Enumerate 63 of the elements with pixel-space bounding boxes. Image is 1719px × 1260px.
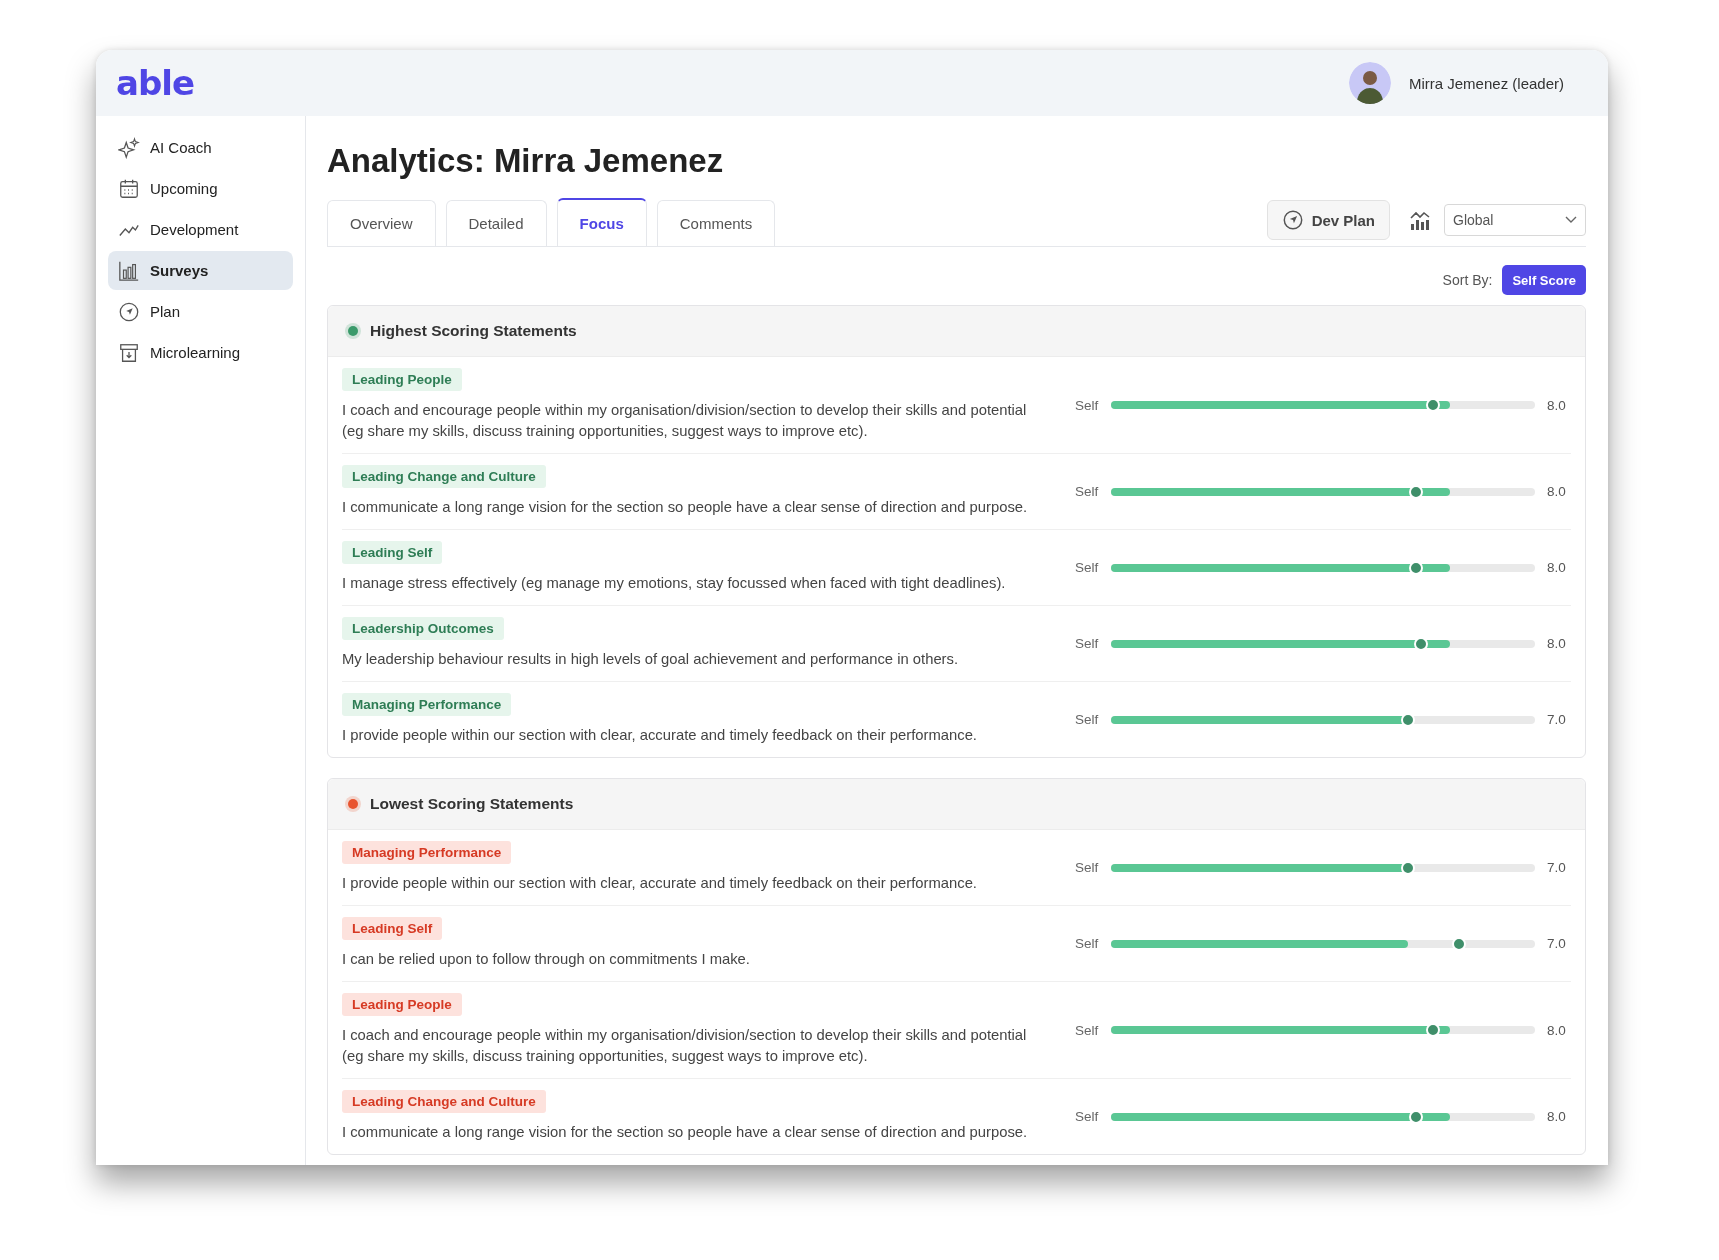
statement-text: I manage stress effectively (eg manage my emotions, stay focussed when faced with tight deadlines). [342, 574, 1007, 593]
statement-text: I communicate a long range vision for the section so people have a clear sense of direction and purpose. [342, 498, 1029, 517]
score-value: 8.0 [1547, 1109, 1567, 1124]
navigation-icon [1281, 209, 1304, 231]
calendar-icon [118, 177, 140, 200]
statement-text: I provide people within our section with clear, accurate and timely feedback on their performance. [342, 874, 978, 893]
statement-text: I communicate a long range vision for the section so people have a clear sense of direction and purpose. [342, 1123, 1029, 1142]
category-tag: Leading People [342, 368, 462, 391]
score-value: 7.0 [1547, 712, 1567, 727]
user-name[interactable]: Mirra Jemenez (leader) [1408, 74, 1564, 92]
rater-label: Self [1075, 1022, 1099, 1038]
score-value: 8.0 [1547, 1022, 1567, 1038]
sidebar-item[interactable]: Plan [108, 292, 293, 331]
sort-label: Sort By: [1442, 272, 1493, 288]
sidebar-item[interactable]: Microlearning [108, 333, 293, 372]
section-title: Lowest Scoring Statements [370, 795, 574, 813]
chevron-down-icon [1565, 216, 1577, 224]
category-tag: Leading Change and Culture [342, 465, 546, 488]
logo: able [116, 63, 194, 103]
tab[interactable]: Detailed [445, 200, 547, 246]
dev-plan-button[interactable]: Dev Plan [1266, 200, 1390, 240]
category-tag: Leading Self [342, 917, 443, 940]
tab[interactable]: Overview [327, 200, 436, 246]
category-tag: Leadership Outcomes [342, 617, 504, 640]
navigation-icon [118, 300, 140, 323]
sidebar-item[interactable]: Surveys [108, 251, 293, 290]
score-value: 7.0 [1547, 860, 1567, 875]
sparkles-icon [118, 136, 140, 159]
category-tag: Managing Performance [342, 693, 512, 716]
score-value: 8.0 [1547, 484, 1567, 499]
statement-text: I provide people within our section with clear, accurate and timely feedback on their performance. [342, 726, 978, 745]
rater-label: Self [1075, 712, 1099, 727]
category-tag: Leading Self [342, 541, 443, 564]
statement-text: I coach and encourage people within my organisation/division/section to develop their skills and potential (eg share my skills, discuss training opportunities, suggest ways to improve etc). [342, 1026, 1028, 1066]
score-value: 8.0 [1547, 636, 1567, 651]
score-value: 7.0 [1547, 936, 1567, 951]
statement-text: My leadership behaviour results in high levels of goal achievement and performance in others. [342, 650, 960, 669]
rater-label: Self [1075, 1109, 1099, 1124]
rater-label: Self [1075, 560, 1099, 575]
sidebar-item[interactable]: Upcoming [108, 169, 293, 208]
rater-label: Self [1075, 636, 1099, 651]
tab[interactable]: Comments [656, 200, 776, 246]
rater-label: Self [1075, 860, 1099, 875]
statement-text: I can be relied upon to follow through on commitments I make. [342, 950, 751, 969]
bar-chart-icon [118, 259, 140, 282]
page-title: Analytics: Mirra Jemenez [327, 142, 725, 180]
sort-button[interactable]: Self Score [1502, 265, 1586, 295]
sidebar-item[interactable]: Development [108, 210, 293, 249]
sidebar-item[interactable]: AI Coach [108, 128, 293, 167]
category-tag: Managing Performance [342, 841, 512, 864]
score-value: 8.0 [1547, 397, 1567, 413]
statement-text: I coach and encourage people within my organisation/division/section to develop their skills and potential (eg share my skills, discuss training opportunities, suggest ways to improve etc). [342, 401, 1028, 441]
archive-icon [118, 341, 140, 364]
rater-label: Self [1075, 397, 1099, 413]
score-value: 8.0 [1547, 560, 1567, 575]
section-title: Highest Scoring Statements [370, 322, 577, 340]
tab[interactable]: Focus [556, 198, 647, 246]
avatar[interactable] [1348, 62, 1391, 104]
category-tag: Leading Change and Culture [342, 1090, 546, 1113]
rater-label: Self [1075, 484, 1099, 499]
rater-label: Self [1075, 936, 1099, 951]
category-tag: Leading People [342, 993, 462, 1016]
scope-select[interactable]: Global [1444, 204, 1586, 236]
